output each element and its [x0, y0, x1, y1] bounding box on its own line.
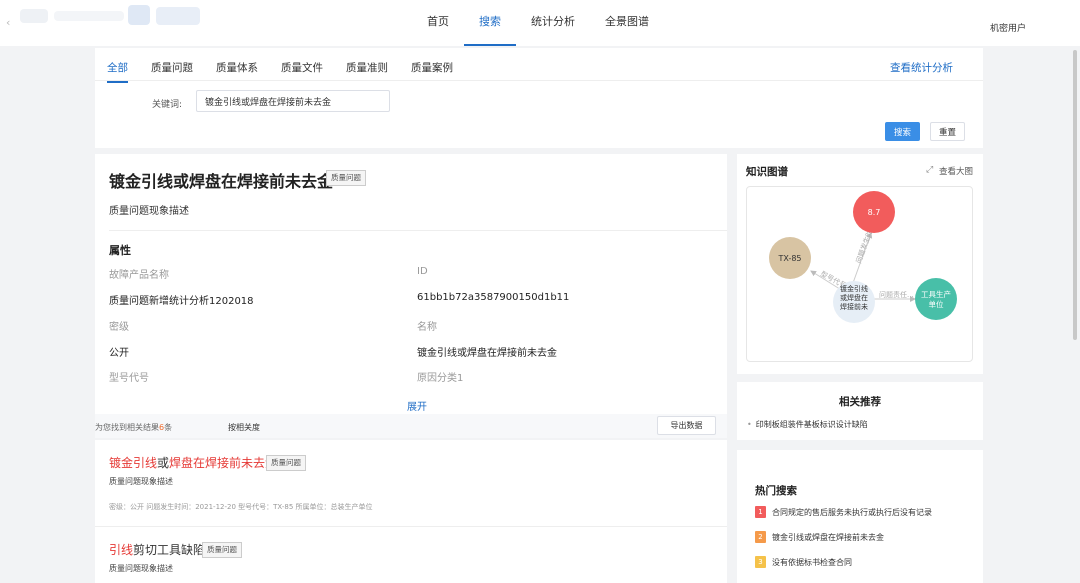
graph-edge-label: 问题责任... [879, 290, 914, 299]
list-item: 引线剪切工具缺陷 质量问题 质量问题现象描述 [95, 527, 727, 583]
result-meta: 密级：公开 问题发生时间：2021-12-20 型号代号：TX-85 所属单位：… [109, 503, 373, 511]
result-tag: 质量问题 [266, 455, 306, 471]
attr-value-name: 镀金引线或焊盘在焊接前未去金 [417, 348, 557, 359]
graph-node[interactable] [915, 278, 957, 320]
graph-node-label: 8.7 [868, 208, 881, 217]
fullscreen-icon[interactable]: ⤢ [926, 165, 933, 175]
detail-panel: 镀金引线或焊盘在焊接前未去金 质量问题 质量问题现象描述 属性 故障产品名称 质… [95, 154, 727, 414]
hot-search-item[interactable]: 3 没有依据标书检查合同 [755, 556, 852, 568]
graph-node-label: 镀金引线或焊盘在焊接前未 [840, 284, 868, 311]
keyword-label: 关键词: [152, 100, 183, 110]
rank-badge: 2 [755, 531, 766, 543]
knowledge-graph-title: 知识图谱 [746, 166, 788, 178]
result-title[interactable]: 引线剪切工具缺陷 [109, 541, 205, 558]
reset-button[interactable]: 重置 [930, 122, 965, 141]
related-recommend-title: 相关推荐 [839, 396, 881, 408]
rank-badge: 1 [755, 506, 766, 518]
main-nav: 首页 搜索 统计分析 全景图谱 [412, 0, 664, 46]
recommend-item[interactable]: 印制板组装件基板标识设计缺陷 [747, 419, 868, 430]
related-recommend-panel: 相关推荐 印制板组装件基板标识设计缺陷 [737, 382, 983, 440]
nav-statistics[interactable]: 统计分析 [516, 0, 590, 46]
attr-label-model-code: 型号代号 [109, 373, 149, 384]
back-arrow-icon[interactable]: ‹ [6, 16, 10, 29]
knowledge-graph-svg: 问题发生时间 型号代号 问题责任... 8.7 TX-85 工具生产单位 镀金引… [769, 191, 957, 323]
hot-search-title: 热门搜索 [755, 485, 797, 497]
result-description: 质量问题现象描述 [109, 564, 173, 573]
attr-value-security: 公开 [109, 348, 129, 359]
hot-search-item[interactable]: 1 合同规定的售后服务未执行或执行后没有记录 [755, 506, 932, 518]
list-item: 镀金引线或焊盘在焊接前未去金 质量问题 质量问题现象描述 密级：公开 问题发生时… [95, 440, 727, 526]
attr-label-name: 名称 [417, 322, 437, 333]
results-count: 为您找到相关结果6条 [95, 423, 173, 432]
graph-node-label: TX-85 [777, 254, 801, 263]
detail-description: 质量问题现象描述 [109, 206, 189, 217]
detail-tag: 质量问题 [326, 170, 366, 186]
divider [95, 80, 983, 81]
divider [109, 230, 727, 231]
attr-value-id: 61bb1b72a3587900150d1b11 [417, 292, 570, 303]
page-scrollbar[interactable] [1073, 50, 1077, 340]
detail-title: 镀金引线或焊盘在焊接前未去金 [109, 172, 334, 191]
attr-label-id: ID [417, 266, 428, 277]
hot-search-panel: 热门搜索 1 合同规定的售后服务未执行或执行后没有记录 2 镀金引线或焊盘在焊接前未… [737, 450, 983, 583]
expand-link[interactable]: 展开 [407, 398, 427, 413]
keyword-input[interactable] [196, 90, 390, 112]
search-button[interactable]: 搜索 [885, 122, 920, 141]
view-large-graph-link[interactable]: 查看大图 [939, 165, 973, 177]
export-data-button[interactable]: 导出数据 [657, 416, 716, 435]
sort-by-relevance[interactable]: 按相关度 [228, 422, 260, 433]
result-description: 质量问题现象描述 [109, 477, 173, 486]
hot-search-item[interactable]: 2 镀金引线或焊盘在焊接前未去金 [755, 531, 884, 543]
nav-home[interactable]: 首页 [412, 0, 464, 46]
rank-badge: 3 [755, 556, 766, 568]
top-nav-bar: ‹ 首页 搜索 统计分析 全景图谱 机密用户 [0, 0, 1080, 46]
search-panel: 全部 质量问题 质量体系 质量文件 质量准则 质量案例 查看统计分析 关键词: … [95, 48, 983, 148]
attr-label-security: 密级 [109, 322, 129, 333]
knowledge-graph-canvas[interactable]: 问题发生时间 型号代号 问题责任... 8.7 TX-85 工具生产单位 镀金引… [746, 186, 973, 362]
attr-label-product-name: 故障产品名称 [109, 270, 169, 281]
result-tag: 质量问题 [202, 542, 242, 558]
logo [20, 5, 200, 27]
view-statistics-link[interactable]: 查看统计分析 [890, 60, 953, 75]
attr-label-cause-category: 原因分类1 [417, 373, 464, 384]
nav-search[interactable]: 搜索 [464, 0, 516, 46]
results-toolbar: 为您找到相关结果6条 按相关度 导出数据 [95, 414, 727, 438]
attributes-heading: 属性 [109, 244, 131, 257]
user-name[interactable]: 机密用户 [990, 21, 1026, 34]
result-title[interactable]: 镀金引线或焊盘在焊接前未去金 [109, 454, 277, 471]
knowledge-graph-panel: 知识图谱 ⤢ 查看大图 问题发生时间 型号代号 问题责任... 8.7 TX-8… [737, 154, 983, 374]
attr-value-product-name: 质量问题新增统计分析1202018 [109, 296, 254, 307]
nav-panorama-graph[interactable]: 全景图谱 [590, 0, 664, 46]
result-list: 镀金引线或焊盘在焊接前未去金 质量问题 质量问题现象描述 密级：公开 问题发生时… [95, 440, 727, 583]
